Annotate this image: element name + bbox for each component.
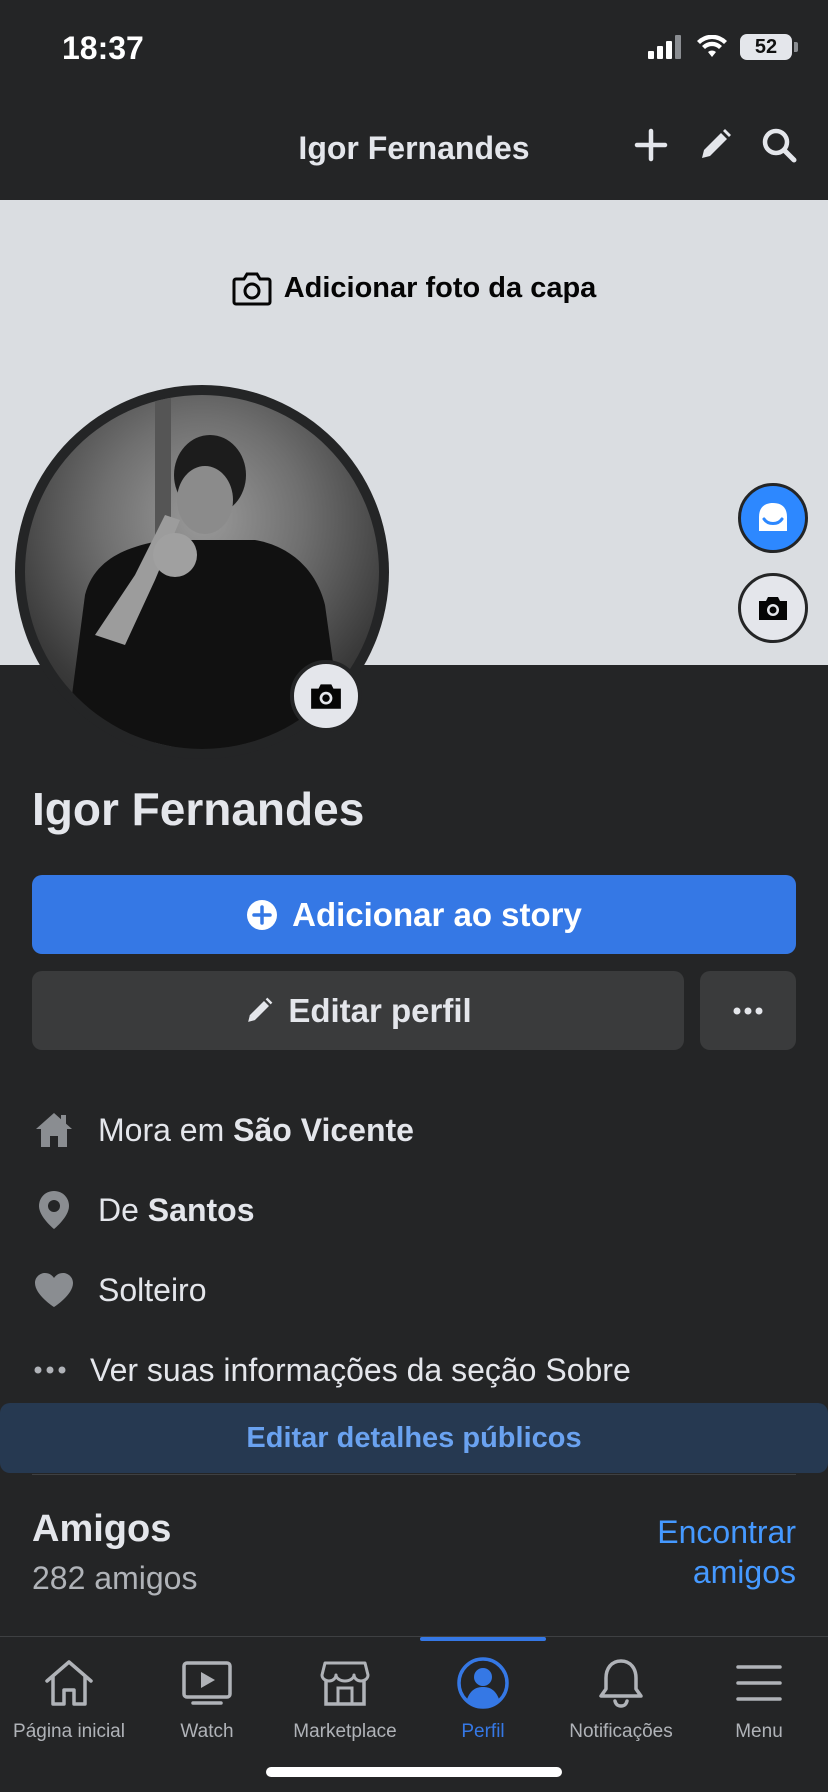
plus-circle-icon	[247, 899, 278, 930]
header-actions	[630, 124, 800, 166]
heart-icon	[32, 1272, 76, 1308]
edit-pencil-icon[interactable]	[694, 124, 736, 166]
edit-profile-label: Editar perfil	[288, 991, 472, 1029]
tab-menu-label: Menu	[735, 1721, 783, 1742]
tab-notifications-label: Notificações	[569, 1721, 673, 1742]
home-indicator	[266, 1767, 562, 1777]
tab-marketplace[interactable]: Marketplace	[276, 1637, 414, 1757]
camera-icon	[759, 597, 787, 620]
find-friends-line2: amigos	[692, 1554, 796, 1590]
profile-icon	[456, 1655, 510, 1711]
tab-watch-label: Watch	[180, 1721, 234, 1742]
watch-icon	[181, 1655, 233, 1711]
profile-header: Igor Fernandes	[0, 100, 828, 200]
edit-profile-button[interactable]: Editar perfil	[32, 971, 684, 1050]
avatar-icon	[759, 503, 787, 531]
tab-home[interactable]: Página inicial	[0, 1637, 138, 1757]
camera-outline-icon	[232, 272, 272, 306]
marketplace-icon	[319, 1655, 371, 1711]
from-text: De Santos	[98, 1192, 254, 1229]
add-to-story-button[interactable]: Adicionar ao story	[32, 875, 796, 954]
edit-profile-picture-button[interactable]	[290, 660, 362, 732]
add-cover-label: Adicionar foto da capa	[283, 271, 597, 304]
signal-icon	[648, 35, 681, 59]
status-bar: 18:37 52	[0, 0, 828, 100]
see-about-link[interactable]: Ver suas informações da seção Sobre	[32, 1330, 796, 1410]
friends-count: 282 amigos	[32, 1560, 198, 1596]
detail-from: De Santos	[32, 1170, 796, 1250]
battery-indicator: 52	[740, 34, 798, 60]
add-cover-photo-button[interactable]: Adicionar foto da capa	[0, 270, 828, 306]
lives-in-text: Mora em São Vicente	[98, 1112, 414, 1149]
home-icon	[43, 1655, 95, 1711]
camera-icon	[311, 684, 341, 709]
profile-details: Mora em São Vicente De Santos Solteiro V…	[32, 1090, 796, 1410]
from-city[interactable]: Santos	[148, 1192, 255, 1228]
profile-name: Igor Fernandes	[32, 783, 365, 835]
edit-cover-camera-button[interactable]	[738, 573, 808, 643]
detail-lives-in: Mora em São Vicente	[32, 1090, 796, 1170]
wifi-icon	[697, 35, 727, 57]
tab-marketplace-label: Marketplace	[293, 1721, 397, 1742]
status-time: 18:37	[62, 30, 144, 66]
tab-watch[interactable]: Watch	[138, 1637, 276, 1757]
tab-home-label: Página inicial	[13, 1721, 125, 1742]
divider	[32, 1474, 796, 1475]
find-friends-line1: Encontrar	[657, 1514, 796, 1550]
lives-in-city[interactable]: São Vicente	[233, 1112, 414, 1148]
find-friends-link[interactable]: Encontrar amigos	[596, 1512, 796, 1592]
status-icons: 52	[648, 34, 798, 60]
from-prefix: De	[98, 1191, 148, 1228]
search-icon[interactable]	[758, 124, 800, 166]
tab-menu[interactable]: Menu	[690, 1637, 828, 1757]
pencil-icon	[248, 997, 273, 1022]
tab-notifications[interactable]: Notificações	[552, 1637, 690, 1757]
add-to-story-label: Adicionar ao story	[292, 895, 582, 933]
house-icon	[32, 1111, 76, 1149]
bell-icon	[597, 1655, 645, 1711]
edit-public-details-button[interactable]: Editar detalhes públicos	[0, 1403, 828, 1473]
more-dots-icon	[733, 1007, 763, 1014]
lives-in-prefix: Mora em	[98, 1111, 234, 1148]
menu-icon	[735, 1655, 783, 1711]
friends-title: Amigos	[32, 1508, 172, 1550]
tab-profile-label: Perfil	[461, 1721, 505, 1742]
add-icon[interactable]	[630, 124, 672, 166]
relationship-text: Solteiro	[98, 1271, 207, 1308]
see-about-label: Ver suas informações da seção Sobre	[90, 1351, 631, 1388]
avatar-button[interactable]	[738, 483, 808, 553]
more-dots-icon	[32, 1366, 68, 1374]
location-pin-icon	[32, 1190, 76, 1230]
more-options-button[interactable]	[700, 971, 796, 1050]
detail-relationship: Solteiro	[32, 1250, 796, 1330]
tab-profile[interactable]: Perfil	[414, 1637, 552, 1757]
